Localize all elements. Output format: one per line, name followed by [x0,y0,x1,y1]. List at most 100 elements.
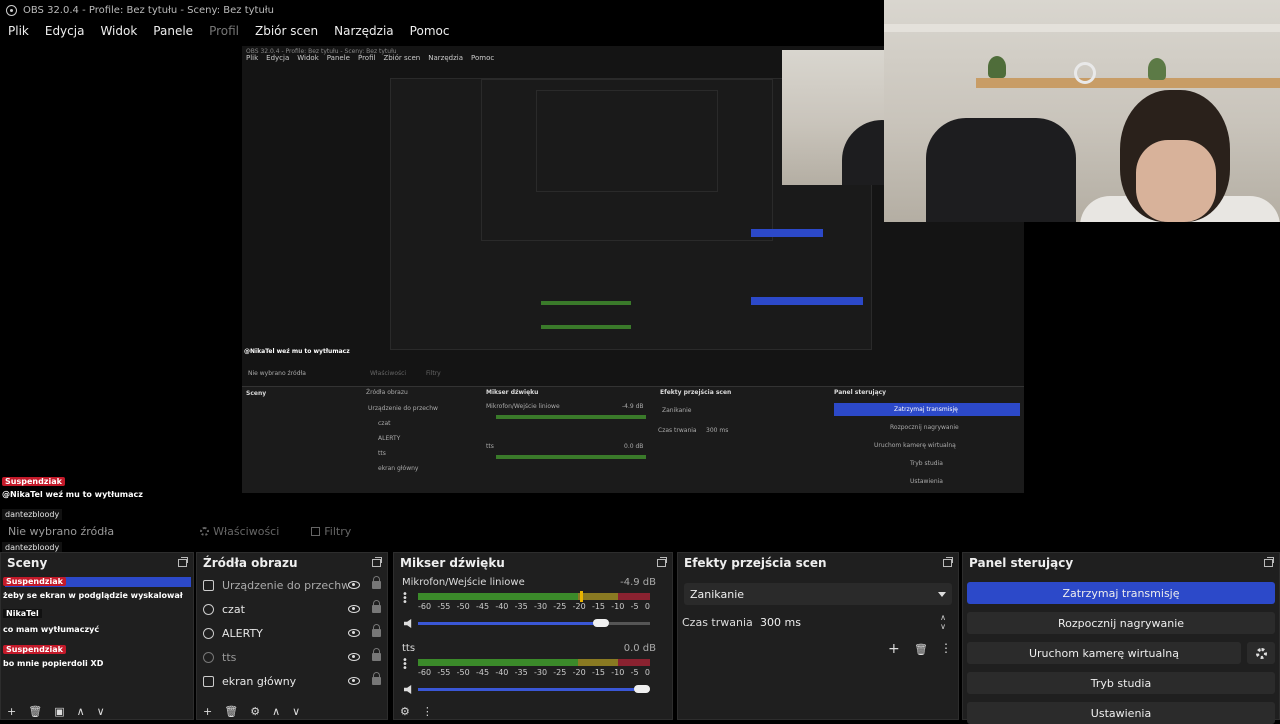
remove-transition-button[interactable]: 🗑 [914,643,928,656]
add-transition-button[interactable]: + [888,641,900,657]
filters-button[interactable]: Filtry [311,525,351,538]
scenes-title: Sceny [7,556,48,570]
virtual-camera-button[interactable]: Uruchom kamerę wirtualną [967,642,1241,664]
gaming-chair [926,118,1076,222]
mini-menu-bar: Plik Edycja Widok Panele Profil Zbiór sc… [242,54,494,68]
chat-line: NikaTel [3,609,42,618]
tts-volume-knob[interactable] [634,685,650,693]
float-icon[interactable] [943,557,953,567]
menu-help[interactable]: Pomoc [410,24,450,38]
channel-name: Mikrofon/Wejście liniowe [402,577,525,588]
channel-menu-icon[interactable]: • • • [402,590,408,608]
scenes-toolbar: + 🗑 ▣ ∧ ∨ [1,703,105,719]
source-settings-button[interactable]: ⚙ [250,705,260,718]
speaker-icon[interactable] [404,685,412,694]
eye-icon[interactable] [348,677,360,685]
lock-icon[interactable] [372,672,381,685]
scene-filters-button[interactable]: ▣ [54,705,64,718]
transition-select[interactable]: Zanikanie [684,583,952,605]
add-scene-button[interactable]: + [7,705,16,718]
mixer-menu-button[interactable]: ⋮ [422,705,433,718]
float-icon[interactable] [372,557,382,567]
lock-icon[interactable] [372,648,381,661]
mini-menu-item: Panele [326,54,350,62]
float-icon[interactable] [657,557,667,567]
gear-icon [1255,647,1267,659]
menu-docks[interactable]: Panele [153,24,193,38]
transitions-title: Efekty przejścia scen [684,556,827,570]
mini-chat-line: @NikaTel weź mu to wytłumacz [244,348,350,355]
studio-mode-label: Tryb studia [1090,676,1152,690]
transition-menu-button[interactable]: ⋮ [940,641,952,655]
chat-line: żeby se ekran w podglądzie wyskalował [3,591,183,600]
eye-icon[interactable] [348,653,360,661]
stop-stream-button[interactable]: Zatrzymaj transmisję [967,582,1275,604]
menu-tools[interactable]: Narzędzia [334,24,394,38]
start-recording-label: Rozpocznij nagrywanie [1057,616,1185,630]
mini-duration: 300 ms [706,427,729,434]
controls-dock: Panel sterujący Zatrzymaj transmisję Roz… [962,552,1280,724]
transition-selected: Zanikanie [690,587,745,601]
meter-ticks: -60 -55 -50 -45 -40 -35 -30 -25 -20 -15 -10 -5 0 [418,668,650,677]
float-icon[interactable] [178,557,188,567]
channel-db: 0.0 dB [623,643,656,654]
tts-volume-fill [418,688,642,691]
source-item[interactable]: czat [197,597,387,621]
mixer-title: Mikser dźwięku [400,556,505,570]
mini-settings-label: Ustawienia [910,478,943,485]
obs-logo-icon [6,4,17,16]
remove-source-button[interactable]: 🗑 [224,705,238,718]
source-item[interactable]: ekran główny [197,669,387,693]
studio-mode-button[interactable]: Tryb studia [967,672,1275,694]
mini-menu-item: Profil [357,54,376,62]
controls-dock-header: Panel sterujący [963,553,1279,573]
mixer-toolbar: ⚙ ⋮ [394,703,433,719]
chat-line: Suspendziak [3,577,66,586]
chat-message: @NikaTel weź mu to wytłumacz [2,490,143,499]
spin-arrows-icon[interactable]: ∧ ∨ [940,613,946,631]
menu-bar: Plik Edycja Widok Panele Profil Zbiór sc… [0,20,449,42]
remove-scene-button[interactable]: 🗑 [28,705,42,718]
duration-label: Czas trwania [682,616,753,629]
eye-icon[interactable] [348,581,360,589]
properties-button[interactable]: Właściwości [200,525,279,538]
mixer-settings-button[interactable]: ⚙ [400,705,410,718]
start-recording-button[interactable]: Rozpocznij nagrywanie [967,612,1275,634]
duration-spinbox[interactable]: 300 ms ∧ ∨ [754,611,954,633]
channel-menu-icon[interactable]: • • • [402,656,408,674]
float-icon[interactable] [1264,557,1274,567]
source-item[interactable]: tts [197,645,387,669]
speaker-icon[interactable] [404,619,412,628]
move-source-down-button[interactable]: ∨ [292,705,300,718]
menu-view[interactable]: Widok [100,24,137,38]
chat-line: Suspendziak [2,477,65,486]
sources-title: Źródła obrazu [203,556,298,570]
stop-stream-label: Zatrzymaj transmisję [1062,586,1180,600]
menu-profile[interactable]: Profil [209,24,239,38]
nested-stop-stream-button [751,229,823,237]
move-scene-down-button[interactable]: ∨ [97,705,105,718]
virtual-camera-settings-button[interactable] [1247,642,1275,664]
menu-scene-collection[interactable]: Zbiór scen [255,24,318,38]
settings-button[interactable]: Ustawienia [967,702,1275,724]
eye-icon[interactable] [348,605,360,613]
move-scene-up-button[interactable]: ∧ [77,705,85,718]
chat-username: dantezbloody [2,509,63,520]
mini-mixer-mic-db: -4.9 dB [622,403,644,410]
mic-volume-knob[interactable] [593,619,609,627]
source-label: ekran główny [222,674,297,688]
source-item[interactable]: Urządzenie do przechw [197,573,387,597]
lock-icon[interactable] [372,624,381,637]
eye-icon[interactable] [348,629,360,637]
transitions-dock: Efekty przejścia scen Zanikanie Czas trw… [677,552,959,720]
lock-icon[interactable] [372,576,381,589]
mini-transition-name: Zanikanie [662,407,692,414]
source-item[interactable]: ALERTY [197,621,387,645]
mini-controls-title: Panel sterujący [834,389,887,396]
lock-icon[interactable] [372,600,381,613]
menu-file[interactable]: Plik [8,24,29,38]
menu-edit[interactable]: Edycja [45,24,85,38]
add-source-button[interactable]: + [203,705,212,718]
sources-dock: Źródła obrazu Urządzenie do przechw czat… [196,552,388,720]
move-source-up-button[interactable]: ∧ [272,705,280,718]
